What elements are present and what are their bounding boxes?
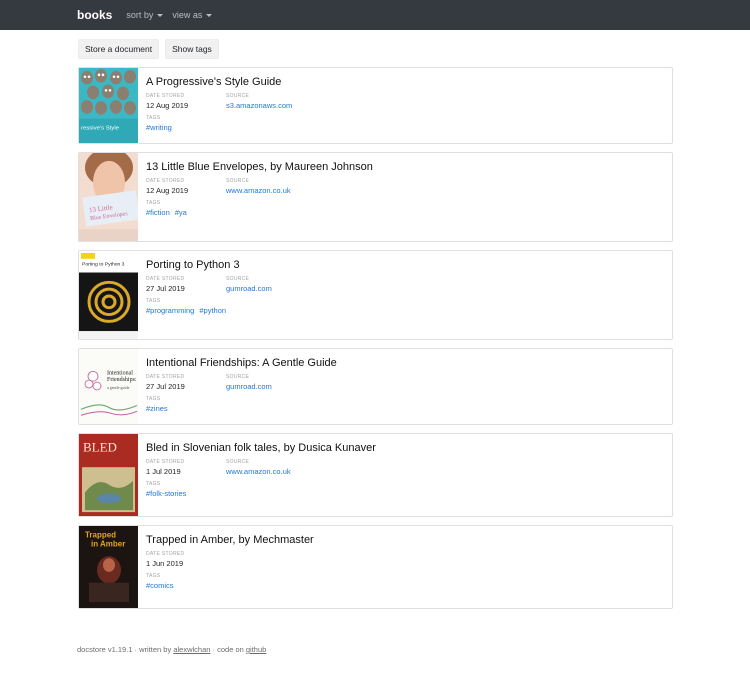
document-card: 13 Little Blue Envelopes 13 Little Blue …: [78, 152, 673, 242]
tags-label: TAGS: [146, 115, 161, 121]
document-card: BLED Bled in Slovenian folk tales, by Du…: [78, 433, 673, 517]
date-stored-label: DATE STORED: [146, 374, 185, 380]
document-thumbnail[interactable]: BLED: [79, 434, 138, 516]
document-card: Intentional Friendships: a gentle guide …: [78, 348, 673, 425]
tag-link[interactable]: #fiction: [146, 207, 170, 218]
date-stored-label: DATE STORED: [146, 178, 185, 184]
svg-text:Trapped: Trapped: [85, 531, 116, 540]
date-stored-value: 27 Jul 2019: [146, 382, 185, 391]
github-link[interactable]: github: [246, 645, 266, 654]
date-stored-value: 12 Aug 2019: [146, 186, 189, 195]
tags-label: TAGS: [146, 298, 161, 304]
svg-text:a gentle guide: a gentle guide: [107, 385, 130, 390]
tag-link[interactable]: #comics: [146, 580, 174, 591]
footer-version: docstore v1.19.1 · written by: [77, 645, 172, 654]
tag-link[interactable]: #ya: [175, 207, 187, 218]
date-stored-value: 1 Jun 2019: [146, 559, 184, 568]
svg-text:in Amber: in Amber: [91, 540, 125, 549]
source-link[interactable]: s3.amazonaws.com: [226, 100, 306, 112]
source-link[interactable]: gumroad.com: [226, 283, 306, 295]
store-document-button[interactable]: Store a document: [78, 39, 160, 59]
document-title[interactable]: A Progressive's Style Guide: [146, 76, 662, 88]
source-label: SOURCE: [226, 178, 250, 184]
source-label: SOURCE: [226, 459, 250, 465]
document-thumbnail[interactable]: Porting to Python 3: [79, 251, 138, 339]
view-as-label: view as: [172, 10, 203, 20]
source-link[interactable]: www.amazon.co.uk: [226, 185, 306, 197]
source-label: SOURCE: [226, 276, 250, 282]
document-card: Trapped in Amber Trapped in Amber, by Me…: [78, 525, 673, 609]
date-stored-value: 12 Aug 2019: [146, 101, 189, 110]
view-as-dropdown[interactable]: view as: [172, 10, 213, 20]
footer: docstore v1.19.1 · written by alexwlchan…: [77, 645, 266, 654]
date-stored-label: DATE STORED: [146, 459, 185, 465]
chevron-down-icon: [157, 13, 164, 17]
document-thumbnail[interactable]: Intentional Friendships: a gentle guide: [79, 349, 138, 424]
date-stored-label: DATE STORED: [146, 93, 185, 99]
date-stored-value: 27 Jul 2019: [146, 284, 185, 293]
document-title[interactable]: Porting to Python 3: [146, 259, 662, 271]
navbar: books sort by view as: [0, 0, 750, 30]
source-label: SOURCE: [226, 93, 250, 99]
document-title[interactable]: Trapped in Amber, by Mechmaster: [146, 534, 662, 546]
svg-text:ressive's Style: ressive's Style: [81, 125, 120, 131]
document-thumbnail[interactable]: ressive's Style: [79, 68, 138, 143]
tags-label: TAGS: [146, 481, 161, 487]
tag-link[interactable]: #programming: [146, 305, 194, 316]
document-title[interactable]: 13 Little Blue Envelopes, by Maureen Joh…: [146, 161, 662, 173]
tag-link[interactable]: #writing: [146, 122, 172, 133]
date-stored-label: DATE STORED: [146, 551, 185, 557]
document-title[interactable]: Bled in Slovenian folk tales, by Dusica …: [146, 442, 662, 454]
tags-label: TAGS: [146, 396, 161, 402]
date-stored-value: 1 Jul 2019: [146, 467, 181, 476]
source-link[interactable]: gumroad.com: [226, 381, 306, 393]
tag-link[interactable]: #zines: [146, 403, 168, 414]
svg-text:Friendships:: Friendships:: [107, 377, 137, 383]
sort-by-dropdown[interactable]: sort by: [126, 10, 164, 20]
document-card: ressive's Style A Progressive's Style Gu…: [78, 67, 673, 144]
tag-link[interactable]: #folk-stories: [146, 488, 186, 499]
date-stored-label: DATE STORED: [146, 276, 185, 282]
document-title[interactable]: Intentional Friendships: A Gentle Guide: [146, 357, 662, 369]
author-link[interactable]: alexwlchan: [173, 645, 210, 654]
brand-link[interactable]: books: [77, 8, 112, 22]
tags-label: TAGS: [146, 200, 161, 206]
action-bar: Store a document Show tags: [78, 39, 219, 59]
show-tags-button[interactable]: Show tags: [165, 39, 219, 59]
document-card: Porting to Python 3 Porting to Python 3 …: [78, 250, 673, 340]
footer-middle: · code on: [212, 645, 244, 654]
svg-text:BLED: BLED: [83, 441, 117, 455]
svg-text:Porting to Python 3: Porting to Python 3: [82, 262, 125, 268]
source-label: SOURCE: [226, 374, 250, 380]
document-thumbnail[interactable]: Trapped in Amber: [79, 526, 138, 608]
tag-link[interactable]: #python: [199, 305, 226, 316]
source-link[interactable]: www.amazon.co.uk: [226, 466, 306, 478]
document-thumbnail[interactable]: 13 Little Blue Envelopes: [79, 153, 138, 241]
sort-by-label: sort by: [126, 10, 154, 20]
svg-text:Intentional: Intentional: [107, 370, 133, 376]
chevron-down-icon: [206, 13, 213, 17]
tags-label: TAGS: [146, 573, 161, 579]
